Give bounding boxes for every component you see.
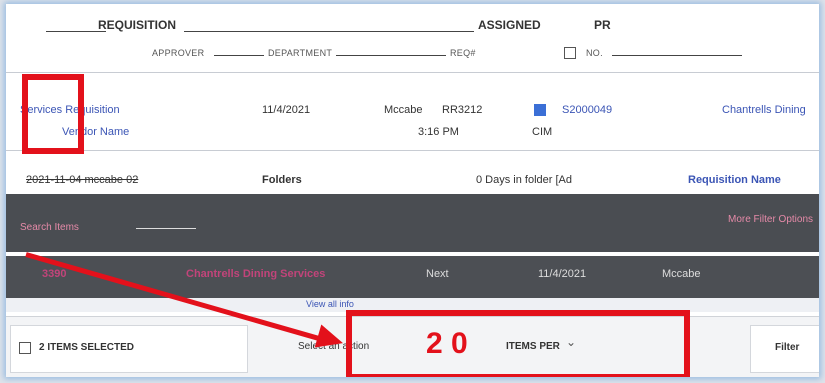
selection-card: 2 ITEMS SELECTED xyxy=(10,325,248,373)
folder-item-name[interactable]: 2021-11-04 mccabe 02 xyxy=(26,174,138,186)
table-row[interactable]: Services Requisition 11/4/2021 Mccabe RR… xyxy=(6,98,819,142)
subheader-req[interactable]: REQ# xyxy=(450,48,476,58)
days-in-folder: 0 Days in folder [Ad xyxy=(476,174,572,186)
table-row[interactable]: 3390 Chantrells Dining Services Next 11/… xyxy=(6,256,819,298)
header-rule xyxy=(612,55,742,56)
requisition-time: 3:16 PM xyxy=(418,126,459,138)
folder-label: Folders xyxy=(262,174,302,186)
app-frame: REQUISITION ASSIGNED PR APPROVER DEPARTM… xyxy=(6,4,819,377)
header-rule xyxy=(214,55,264,56)
row-id[interactable]: 3390 xyxy=(42,268,66,280)
row-date: 11/4/2021 xyxy=(538,268,587,280)
header-rule xyxy=(46,31,106,32)
pr-number: RR3212 xyxy=(442,104,483,116)
band-rule xyxy=(136,228,196,229)
filter-label[interactable]: Filter xyxy=(775,342,799,353)
annotation-highlight-box xyxy=(22,74,84,154)
header-rule xyxy=(336,55,446,56)
subheader-no[interactable]: NO. xyxy=(586,48,603,58)
header-rule xyxy=(184,31,474,32)
search-items-label[interactable]: Search Items xyxy=(20,222,79,233)
requisition-id-link[interactable]: S2000049 xyxy=(562,104,612,116)
view-info-link[interactable]: View all info xyxy=(306,299,354,309)
filter-band: Search Items More Filter Options xyxy=(6,194,819,252)
select-all-checkbox[interactable] xyxy=(564,47,576,59)
subheader-department[interactable]: DEPARTMENT xyxy=(268,48,332,58)
items-selected-label: 2 ITEMS SELECTED xyxy=(39,342,135,353)
selection-checkbox[interactable] xyxy=(19,342,31,354)
row-divider xyxy=(6,150,819,151)
row-checkbox[interactable] xyxy=(534,104,546,116)
requisition-status: CIM xyxy=(532,126,553,138)
row-user: Mccabe xyxy=(662,268,701,280)
org-link[interactable]: Chantrells Dining xyxy=(722,104,806,116)
org-link[interactable]: Chantrells Dining Services xyxy=(186,268,325,280)
filter-card: Filter xyxy=(750,325,819,373)
row-status: Next xyxy=(426,268,449,280)
table-row[interactable]: 2021-11-04 mccabe 02 Folders 0 Days in f… xyxy=(6,170,819,192)
more-filters-link[interactable]: More Filter Options xyxy=(728,214,813,225)
annotation-highlight-box xyxy=(346,310,690,377)
grid-header: REQUISITION ASSIGNED PR APPROVER DEPARTM… xyxy=(6,4,819,70)
column-header-requisition[interactable]: REQUISITION xyxy=(98,18,176,32)
column-header-pr[interactable]: PR xyxy=(594,18,611,32)
requisition-name-link[interactable]: Requisition Name xyxy=(688,174,781,186)
row-divider xyxy=(6,72,819,73)
requisition-date: 11/4/2021 xyxy=(262,104,311,116)
column-header-assigned[interactable]: ASSIGNED xyxy=(478,18,541,32)
subheader-approver[interactable]: APPROVER xyxy=(152,48,204,58)
requisition-user: Mccabe xyxy=(384,104,423,116)
